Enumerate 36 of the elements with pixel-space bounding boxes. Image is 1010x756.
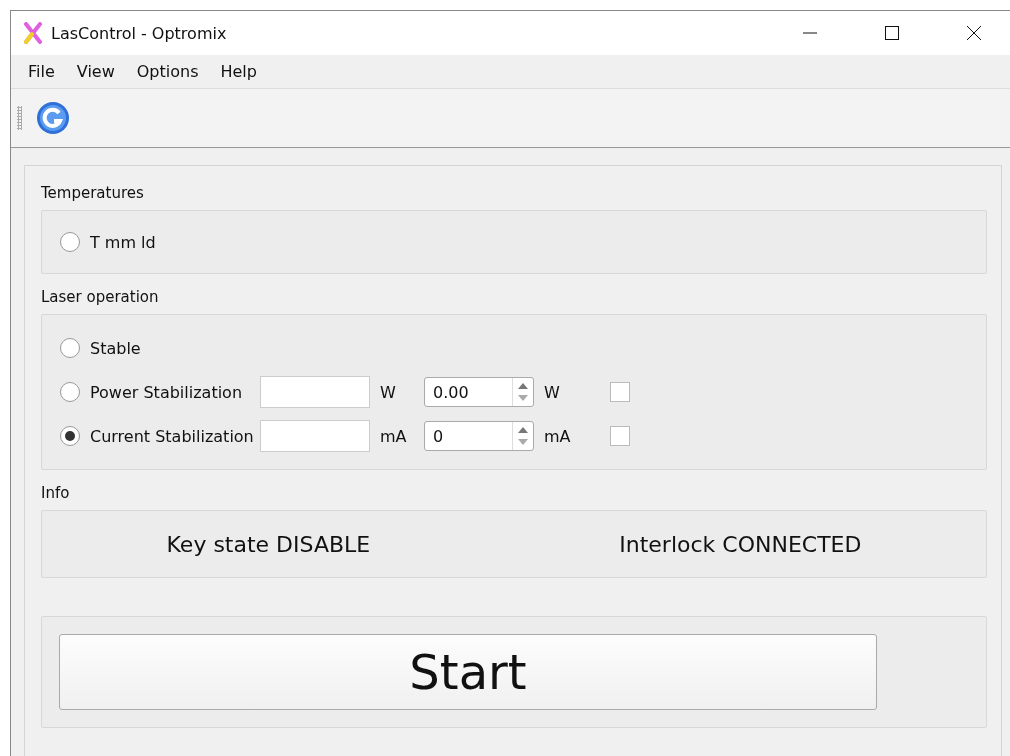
start-button[interactable]: Start [59, 634, 877, 710]
unit-label: mA [543, 426, 572, 446]
toolbar-grip[interactable] [17, 106, 22, 130]
radio-label[interactable]: Current Stabilization [90, 426, 260, 446]
radio-label[interactable]: Power Stabilization [90, 382, 260, 402]
window-title: LasControl - Optromix [51, 23, 228, 43]
menu-item[interactable]: File [17, 58, 66, 85]
menu-item[interactable]: Options [125, 58, 210, 85]
spin-box[interactable]: 0 [424, 421, 534, 451]
refresh-button[interactable] [36, 101, 70, 135]
unit-label: mA [379, 426, 408, 446]
checkbox[interactable] [610, 426, 630, 446]
group-title: Temperatures [41, 184, 145, 202]
input-field[interactable] [260, 376, 370, 408]
status-text: Key state DISABLE [166, 531, 371, 557]
unit-label: W [543, 382, 561, 402]
radio-button[interactable] [60, 426, 80, 446]
group-title: Info [41, 484, 71, 502]
close-icon [966, 25, 982, 41]
menu-item[interactable]: View [65, 58, 126, 85]
unit-label: W [379, 382, 397, 402]
radio-label[interactable]: Stable [90, 338, 141, 358]
spin-box[interactable]: 0.00 [424, 377, 534, 407]
minimize-icon [802, 32, 818, 34]
radio-label[interactable]: T mm ld [90, 232, 156, 252]
status-text: Interlock CONNECTED [619, 531, 862, 557]
radio-button[interactable] [60, 232, 80, 252]
refresh-icon [36, 101, 70, 135]
input-field[interactable] [260, 420, 370, 452]
app-logo-icon [23, 22, 43, 44]
group-title: Laser operation [41, 288, 160, 306]
maximize-icon [884, 25, 900, 41]
radio-button[interactable] [60, 338, 80, 358]
checkbox[interactable] [610, 382, 630, 402]
menu-item[interactable]: Help [209, 58, 268, 85]
radio-button[interactable] [60, 382, 80, 402]
